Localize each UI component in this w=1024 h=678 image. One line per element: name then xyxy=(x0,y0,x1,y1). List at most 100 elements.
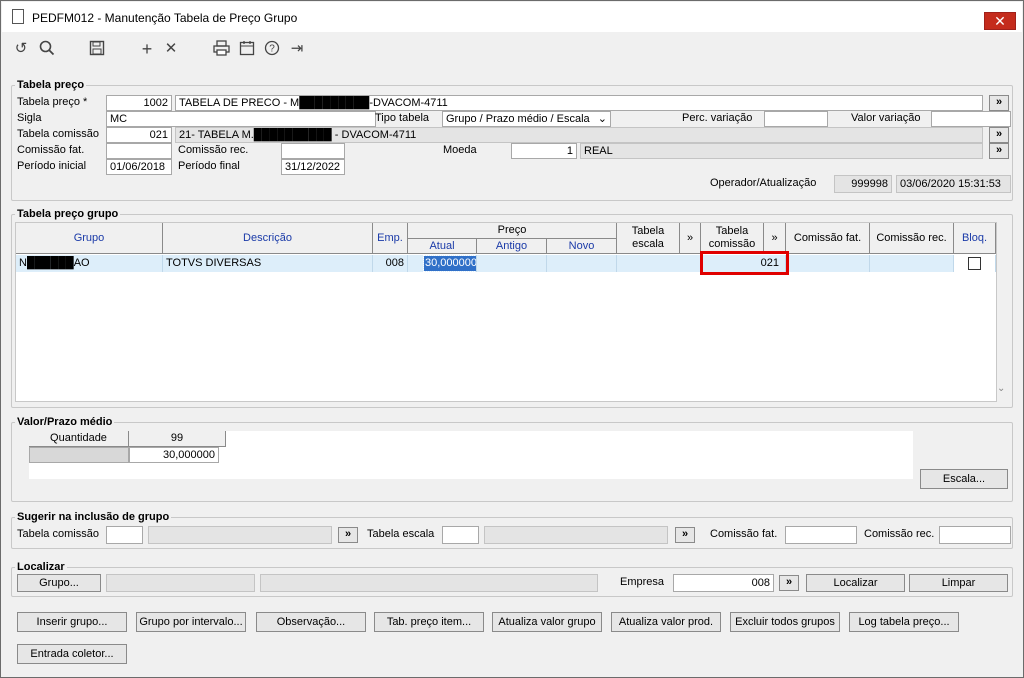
perc-variacao-field[interactable] xyxy=(764,111,828,127)
tabela-preco-desc-field[interactable]: TABELA DE PRECO - M█████████-DVACOM-4711 xyxy=(175,95,983,111)
periodo-final-field[interactable]: 31/12/2022 xyxy=(281,159,345,175)
observacao-button[interactable]: Observação... xyxy=(256,612,366,632)
comissao-fat-field[interactable] xyxy=(106,143,172,159)
delete-icon[interactable]: ✕ xyxy=(161,40,181,58)
col-header-descricao[interactable]: Descrição xyxy=(163,223,373,254)
help-icon[interactable]: ? xyxy=(262,40,282,58)
sugerir-tabela-escala-lookup[interactable]: » xyxy=(675,527,695,543)
cell-comissao-fat[interactable] xyxy=(786,255,870,272)
add-icon[interactable]: + xyxy=(137,40,157,58)
tabela-preco-section-label: Tabela preço xyxy=(15,79,87,91)
cell-tabela-escala[interactable] xyxy=(617,255,701,272)
sugerir-tabela-comissao-field[interactable] xyxy=(106,526,143,544)
sugerir-section-label: Sugerir na inclusão de grupo xyxy=(15,511,172,523)
scroll-down-icon[interactable]: ⌄ xyxy=(997,383,1005,394)
col-header-atual[interactable]: Atual xyxy=(408,239,477,254)
excluir-todos-grupos-button[interactable]: Excluir todos grupos xyxy=(730,612,840,632)
grupo-search-button[interactable]: Grupo... xyxy=(17,574,101,592)
undo-icon[interactable]: ↺ xyxy=(11,40,31,58)
col-header-tabela-escala[interactable]: Tabela escala xyxy=(617,223,680,254)
tipo-tabela-value: Grupo / Prazo médio / Escala xyxy=(446,113,590,125)
tabela-comissao-lookup-button[interactable]: » xyxy=(989,127,1009,143)
tabela-comissao-code-field[interactable]: 021 xyxy=(106,127,172,143)
sugerir-tabela-escala-label: Tabela escala xyxy=(367,528,435,540)
empresa-field[interactable]: 008 xyxy=(673,574,774,592)
sugerir-tabela-comissao-label: Tabela comissão xyxy=(17,528,99,540)
sugerir-tabela-comissao-desc xyxy=(148,526,332,544)
sugerir-tabela-comissao-lookup[interactable]: » xyxy=(338,527,358,543)
periodo-inicial-label: Período inicial xyxy=(17,160,87,172)
tabela-comissao-label: Tabela comissão xyxy=(17,128,99,140)
cell-descricao[interactable]: TOTVS DIVERSAS xyxy=(163,255,373,272)
moeda-label: Moeda xyxy=(443,144,477,156)
sugerir-comissao-rec-field[interactable] xyxy=(939,526,1011,544)
cell-atual-value[interactable]: 30,000000 xyxy=(423,255,476,272)
grupo-intervalo-button[interactable]: Grupo por intervalo... xyxy=(136,612,246,632)
atualizacao-field: 03/06/2020 15:31:53 xyxy=(896,175,1011,193)
tab-preco-item-button[interactable]: Tab. preço item... xyxy=(374,612,484,632)
operador-field: 999998 xyxy=(834,175,892,193)
search-icon[interactable] xyxy=(37,40,57,58)
exit-icon[interactable]: ⇥ xyxy=(287,40,307,58)
inserir-grupo-button[interactable]: Inserir grupo... xyxy=(17,612,127,632)
valor-prazo-section-label: Valor/Prazo médio xyxy=(15,416,115,428)
cell-novo[interactable] xyxy=(547,255,617,272)
limpar-button[interactable]: Limpar xyxy=(909,574,1008,592)
cell-bloq[interactable] xyxy=(954,255,996,272)
tabela-preco-code-field[interactable]: 1002 xyxy=(106,95,172,111)
col-header-comissao-expand[interactable]: » xyxy=(764,223,786,254)
entrada-coletor-button[interactable]: Entrada coletor... xyxy=(17,644,127,664)
tabela-comissao-desc-field: 21- TABELA M.██████████ - DVACOM-4711 xyxy=(175,127,983,143)
escala-button[interactable]: Escala... xyxy=(920,469,1008,489)
periodo-final-label: Período final xyxy=(178,160,240,172)
svg-text:?: ? xyxy=(269,44,275,55)
cell-emp[interactable]: 008 xyxy=(373,255,408,272)
cell-comissao-rec[interactable] xyxy=(870,255,954,272)
sugerir-comissao-fat-label: Comissão fat. xyxy=(710,528,778,540)
col-header-escala-expand[interactable]: » xyxy=(680,223,701,254)
main-window: PEDFM012 - Manutenção Tabela de Preço Gr… xyxy=(0,0,1024,678)
cell-atual[interactable]: 30,000000 xyxy=(408,255,477,272)
chevron-down-icon: ⌄ xyxy=(597,113,607,125)
sigla-field[interactable]: MC xyxy=(106,111,376,127)
atualiza-valor-prod-button[interactable]: Atualiza valor prod. xyxy=(611,612,721,632)
sugerir-comissao-fat-field[interactable] xyxy=(785,526,857,544)
localizar-section-label: Localizar xyxy=(15,561,67,573)
cell-antigo[interactable] xyxy=(477,255,547,272)
comissao-rec-field[interactable] xyxy=(281,143,345,159)
empresa-lookup-button[interactable]: » xyxy=(779,575,799,591)
comissao-rec-label: Comissão rec. xyxy=(178,144,249,156)
col-header-novo[interactable]: Novo xyxy=(547,239,617,254)
print-icon[interactable] xyxy=(211,40,231,58)
localizar-button[interactable]: Localizar xyxy=(806,574,905,592)
col-header-antigo[interactable]: Antigo xyxy=(477,239,547,254)
sugerir-tabela-escala-field[interactable] xyxy=(442,526,479,544)
title-bar: PEDFM012 - Manutenção Tabela de Preço Gr… xyxy=(2,2,1022,32)
col-header-bloq[interactable]: Bloq. xyxy=(954,223,996,254)
calendar-icon[interactable] xyxy=(237,40,257,58)
sugerir-comissao-rec-label: Comissão rec. xyxy=(864,528,935,540)
highlight-box xyxy=(700,251,789,275)
moeda-code-field[interactable]: 1 xyxy=(511,143,577,159)
close-button[interactable]: ✕ xyxy=(984,12,1016,30)
tipo-tabela-select[interactable]: Grupo / Prazo médio / Escala ⌄ xyxy=(442,111,611,127)
bloq-checkbox[interactable] xyxy=(968,257,981,270)
cell-grupo[interactable]: N██████AO xyxy=(16,255,163,272)
save-icon[interactable] xyxy=(87,40,107,58)
col-header-comissao-fat[interactable]: Comissão fat. xyxy=(786,223,870,254)
tabela-preco-lookup-button[interactable]: » xyxy=(989,95,1009,111)
moeda-lookup-button[interactable]: » xyxy=(989,143,1009,159)
quantidade-col-header[interactable]: 99 xyxy=(129,431,226,447)
atualiza-valor-grupo-button[interactable]: Atualiza valor grupo xyxy=(492,612,602,632)
valor-cell[interactable]: 30,000000 xyxy=(129,447,219,463)
col-header-comissao-rec[interactable]: Comissão rec. xyxy=(870,223,954,254)
moeda-desc-field: REAL xyxy=(580,143,983,159)
col-header-tabela-comissao[interactable]: Tabela comissão xyxy=(701,223,764,254)
col-header-grupo[interactable]: Grupo xyxy=(16,223,163,254)
log-tabela-preco-button[interactable]: Log tabela preço... xyxy=(849,612,959,632)
tipo-tabela-label: Tipo tabela xyxy=(375,112,430,124)
col-header-emp[interactable]: Emp. xyxy=(373,223,408,254)
valor-variacao-field[interactable] xyxy=(931,111,1011,127)
comissao-fat-label: Comissão fat. xyxy=(17,144,85,156)
periodo-inicial-field[interactable]: 01/06/2018 xyxy=(106,159,172,175)
